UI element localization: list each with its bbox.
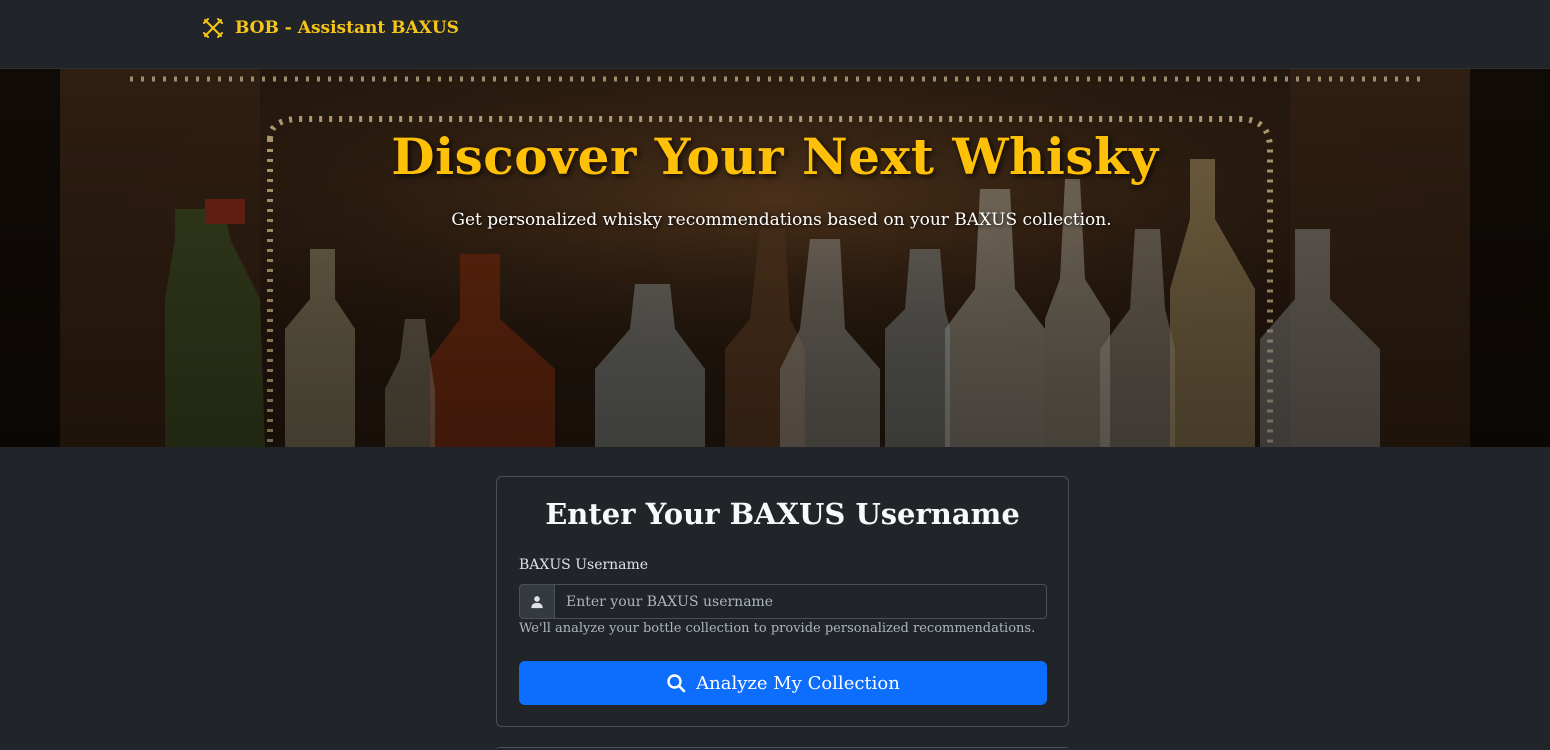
input-addon: [519, 584, 555, 619]
whisky-shelf-image: [0, 69, 1550, 447]
brand-link[interactable]: BOB - Assistant BAXUS: [201, 14, 459, 42]
search-icon: [667, 674, 686, 693]
user-icon: [531, 595, 543, 608]
username-input-group: [519, 584, 1047, 619]
username-form-card: Enter Your BAXUS Username BAXUS Username…: [496, 476, 1069, 727]
form-title: Enter Your BAXUS Username: [545, 497, 1020, 531]
analyze-collection-button[interactable]: Analyze My Collection: [519, 661, 1047, 705]
hero-banner: Discover Your Next Whisky Get personaliz…: [0, 69, 1550, 447]
top-navbar: BOB - Assistant BAXUS: [0, 0, 1550, 69]
username-help-text: We'll analyze your bottle collection to …: [519, 621, 1036, 636]
analyze-collection-label: Analyze My Collection: [696, 672, 900, 694]
crossed-x-logo-icon: [203, 18, 223, 38]
hero-title: Discover Your Next Whisky: [391, 127, 1159, 186]
brand-label: BOB - Assistant BAXUS: [235, 18, 459, 38]
username-label: BAXUS Username: [519, 557, 649, 573]
username-input[interactable]: [555, 584, 1047, 619]
hero-subtitle: Get personalized whisky recommendations …: [451, 210, 1112, 230]
